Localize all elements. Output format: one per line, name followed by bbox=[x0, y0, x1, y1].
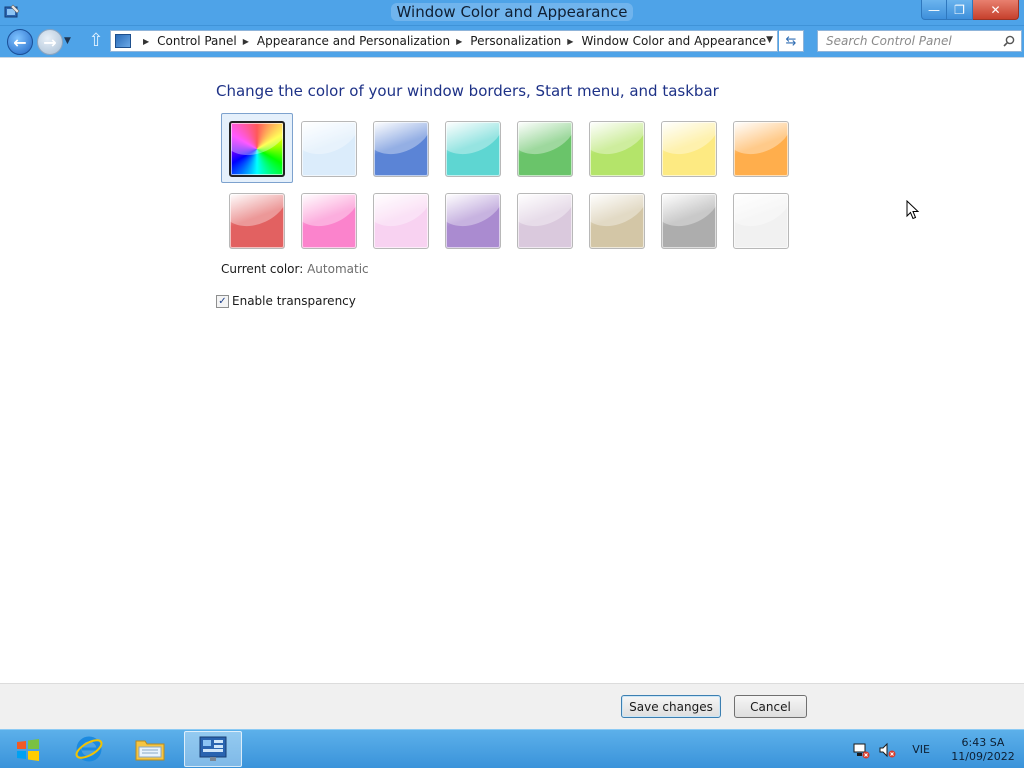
window-title: Window Color and Appearance bbox=[390, 3, 634, 21]
chevron-right-icon[interactable]: ▶ bbox=[567, 37, 573, 46]
internet-explorer-icon bbox=[75, 736, 103, 762]
windows-logo-icon bbox=[17, 739, 39, 761]
color-swatch-sea-foam[interactable] bbox=[445, 121, 501, 177]
up-button[interactable]: ⇧ bbox=[86, 32, 106, 52]
cancel-button[interactable]: Cancel bbox=[734, 695, 807, 718]
transparency-option[interactable]: ✓ Enable transparency bbox=[216, 294, 356, 308]
breadcrumb-personalization[interactable]: Personalization bbox=[470, 34, 561, 48]
close-button[interactable]: ✕ bbox=[973, 0, 1019, 20]
input-language[interactable]: VIE bbox=[912, 743, 930, 756]
breadcrumb-control-panel[interactable]: Control Panel bbox=[157, 34, 237, 48]
color-swatch-twilight[interactable] bbox=[373, 121, 429, 177]
back-arrow-icon: ← bbox=[13, 32, 27, 52]
restore-button[interactable]: ❐ bbox=[947, 0, 973, 20]
color-swatch-leaf[interactable] bbox=[517, 121, 573, 177]
minimize-button[interactable]: — bbox=[921, 0, 947, 20]
dialog-footer: Save changes Cancel bbox=[0, 683, 1024, 729]
color-swatch-slate[interactable] bbox=[661, 193, 717, 249]
chevron-right-icon[interactable]: ▶ bbox=[456, 37, 462, 46]
forward-button[interactable]: → bbox=[37, 29, 63, 55]
system-tray: VIE 6:43 SA 11/09/2022 bbox=[852, 730, 1024, 768]
current-color: Current color: Automatic bbox=[221, 262, 369, 276]
color-swatch-sun[interactable] bbox=[661, 121, 717, 177]
page-heading: Change the color of your window borders,… bbox=[216, 82, 719, 100]
mouse-cursor-icon bbox=[906, 200, 920, 220]
volume-muted-icon[interactable] bbox=[878, 741, 896, 759]
window-controls: — ❐ ✕ bbox=[921, 0, 1019, 20]
network-icon[interactable] bbox=[852, 741, 870, 759]
search-placeholder: Search Control Panel bbox=[826, 34, 952, 48]
forward-arrow-icon: → bbox=[43, 32, 57, 52]
address-bar[interactable]: ▶ Control Panel ▶ Appearance and Persona… bbox=[110, 30, 778, 52]
taskbar-internet-explorer[interactable] bbox=[60, 731, 118, 767]
color-swatch-taupe[interactable] bbox=[517, 193, 573, 249]
breadcrumb-window-color[interactable]: Window Color and Appearance bbox=[581, 34, 766, 48]
refresh-button[interactable]: ⇆ bbox=[779, 30, 804, 52]
search-input[interactable]: Search Control Panel bbox=[817, 30, 1022, 52]
back-button[interactable]: ← bbox=[7, 29, 33, 55]
color-swatch-frost[interactable] bbox=[733, 193, 789, 249]
start-button[interactable] bbox=[8, 734, 48, 766]
color-swatch-sky[interactable] bbox=[301, 121, 357, 177]
clock-date: 11/09/2022 bbox=[951, 749, 1015, 763]
color-swatch-pumpkin[interactable] bbox=[733, 121, 789, 177]
color-swatch-bubblegum[interactable] bbox=[301, 193, 357, 249]
control-panel-icon bbox=[115, 34, 131, 48]
folder-icon bbox=[135, 740, 165, 761]
refresh-icon: ⇆ bbox=[785, 33, 797, 49]
clock[interactable]: 6:43 SA 11/09/2022 bbox=[942, 736, 1024, 764]
breadcrumb-appearance[interactable]: Appearance and Personalization bbox=[257, 34, 450, 48]
taskbar-file-explorer[interactable] bbox=[121, 731, 179, 767]
color-swatch-blush[interactable] bbox=[229, 193, 285, 249]
title-bar: Window Color and Appearance — ❐ ✕ bbox=[0, 0, 1024, 26]
enable-transparency-checkbox[interactable]: ✓ bbox=[216, 294, 229, 308]
color-swatch-lime[interactable] bbox=[589, 121, 645, 177]
taskbar-control-panel[interactable] bbox=[184, 731, 242, 767]
color-swatch-chocolate[interactable] bbox=[589, 193, 645, 249]
color-swatch-violet[interactable] bbox=[373, 193, 429, 249]
taskbar: VIE 6:43 SA 11/09/2022 bbox=[0, 729, 1024, 768]
current-color-value: Automatic bbox=[307, 262, 369, 276]
color-swatch-lavender[interactable] bbox=[445, 193, 501, 249]
control-panel-icon bbox=[199, 736, 227, 761]
clock-time: 6:43 SA bbox=[961, 735, 1005, 749]
search-icon[interactable] bbox=[1003, 35, 1015, 47]
save-changes-button[interactable]: Save changes bbox=[621, 695, 721, 718]
color-swatch-automatic[interactable] bbox=[229, 121, 285, 177]
current-color-label: Current color: bbox=[221, 262, 304, 276]
chevron-right-icon[interactable]: ▶ bbox=[143, 37, 149, 46]
recent-pages-dropdown[interactable]: ▼ bbox=[64, 36, 71, 46]
address-dropdown-icon[interactable]: ▼ bbox=[766, 35, 773, 45]
chevron-right-icon[interactable]: ▶ bbox=[243, 37, 249, 46]
enable-transparency-label[interactable]: Enable transparency bbox=[232, 294, 356, 308]
navigation-bar: ← → ▼ ⇧ ▶ Control Panel ▶ Appearance and… bbox=[0, 26, 1024, 58]
